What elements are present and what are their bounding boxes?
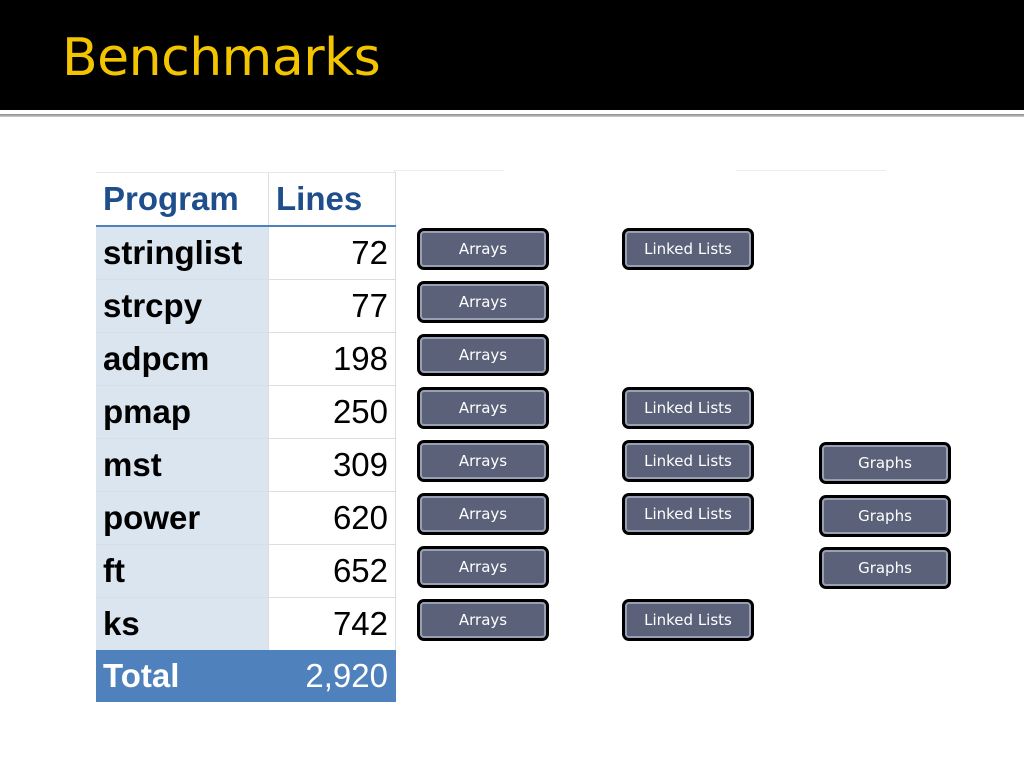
program-cell: strcpy: [96, 279, 269, 333]
title-bar: Benchmarks: [0, 0, 1024, 110]
linked-lists-tag[interactable]: Linked Lists: [625, 496, 751, 532]
lines-cell: 250: [268, 385, 396, 439]
graphs-tag[interactable]: Graphs: [822, 498, 948, 534]
table-row: stringlist 72: [96, 225, 396, 280]
program-cell: stringlist: [96, 225, 269, 280]
table-row: power 620: [96, 491, 396, 545]
lines-cell: 742: [268, 597, 396, 650]
arrays-tag[interactable]: Arrays: [420, 284, 546, 320]
slide-title: Benchmarks: [62, 28, 381, 88]
table-row: ft 652: [96, 544, 396, 598]
header-program: Program: [96, 172, 269, 227]
arrays-tag[interactable]: Arrays: [420, 496, 546, 532]
table-header-row: Program Lines: [96, 172, 396, 227]
total-lines: 2,920: [268, 650, 396, 702]
total-label: Total: [96, 650, 269, 702]
program-cell: pmap: [96, 385, 269, 439]
table-row: mst 309: [96, 438, 396, 492]
lines-cell: 72: [268, 225, 396, 280]
linked-lists-tag[interactable]: Linked Lists: [625, 602, 751, 638]
table-row: pmap 250: [96, 385, 396, 439]
arrays-tag[interactable]: Arrays: [420, 231, 546, 267]
arrays-tag[interactable]: Arrays: [420, 337, 546, 373]
table-row: strcpy 77: [96, 279, 396, 333]
lines-cell: 620: [268, 491, 396, 545]
table-total-row: Total 2,920: [96, 650, 396, 702]
faint-rule: [394, 170, 504, 171]
linked-lists-tag[interactable]: Linked Lists: [625, 231, 751, 267]
arrays-tag[interactable]: Arrays: [420, 549, 546, 585]
program-cell: mst: [96, 438, 269, 492]
graphs-tag[interactable]: Graphs: [822, 550, 948, 586]
faint-rule: [736, 170, 886, 171]
arrays-tag[interactable]: Arrays: [420, 390, 546, 426]
table-row: adpcm 198: [96, 332, 396, 386]
lines-cell: 77: [268, 279, 396, 333]
program-cell: adpcm: [96, 332, 269, 386]
linked-lists-tag[interactable]: Linked Lists: [625, 390, 751, 426]
arrays-tag[interactable]: Arrays: [420, 602, 546, 638]
table-row: ks 742: [96, 597, 396, 650]
lines-cell: 309: [268, 438, 396, 492]
program-cell: ft: [96, 544, 269, 598]
title-divider: [0, 114, 1024, 117]
linked-lists-tag[interactable]: Linked Lists: [625, 443, 751, 479]
arrays-tag[interactable]: Arrays: [420, 443, 546, 479]
benchmarks-table: Program Lines stringlist 72 strcpy 77 ad…: [96, 172, 396, 702]
header-lines: Lines: [268, 172, 396, 227]
graphs-tag[interactable]: Graphs: [822, 445, 948, 481]
program-cell: power: [96, 491, 269, 545]
lines-cell: 652: [268, 544, 396, 598]
lines-cell: 198: [268, 332, 396, 386]
program-cell: ks: [96, 597, 269, 650]
